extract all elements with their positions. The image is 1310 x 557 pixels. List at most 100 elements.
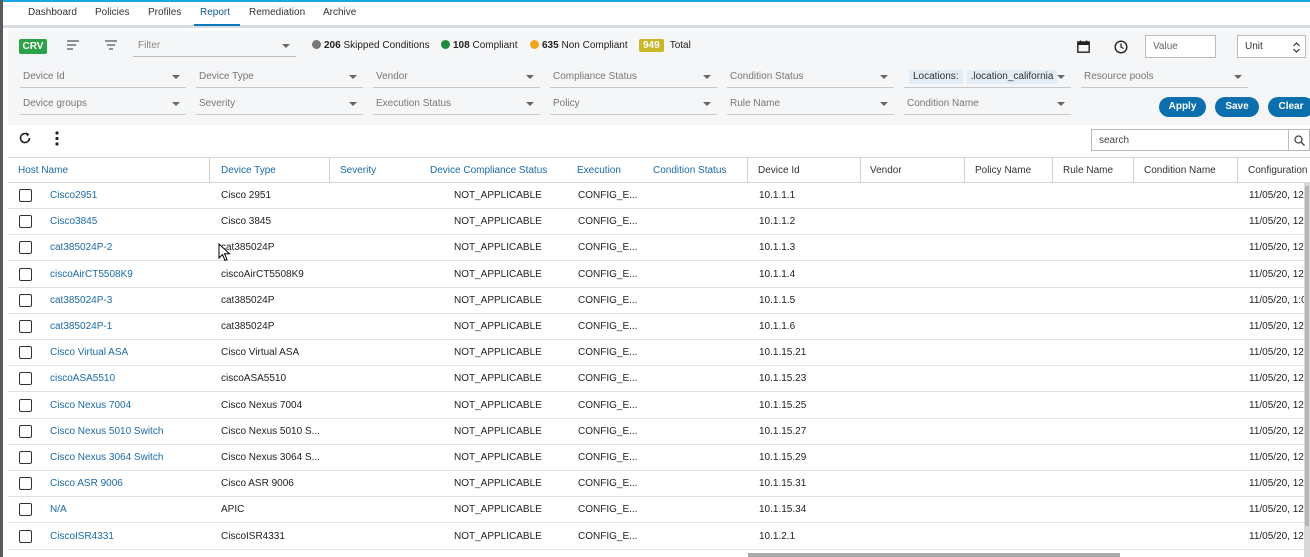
- unit-select-label: Unit: [1245, 41, 1263, 52]
- table-row[interactable]: Cisco2951 Cisco 2951 NOT_APPLICABLE CONFIG_…: [8, 183, 1310, 209]
- host-name-cell[interactable]: cat385024P-2: [50, 235, 112, 261]
- rule-name-filter[interactable]: Rule Name: [727, 93, 894, 115]
- condition-name-filter[interactable]: Condition Name: [904, 93, 1071, 115]
- col-device-id[interactable]: Device Id: [758, 158, 800, 183]
- host-name-cell[interactable]: Cisco Nexus 3064 Switch: [50, 445, 163, 471]
- compliance-status-cell: NOT_APPLICABLE: [454, 530, 542, 542]
- col-severity[interactable]: Severity: [340, 158, 376, 183]
- col-configuration[interactable]: Configuration: [1248, 158, 1310, 183]
- row-checkbox[interactable]: [19, 477, 32, 491]
- compliance-status-filter[interactable]: Compliance Status: [550, 66, 717, 88]
- apply-button[interactable]: Apply: [1159, 97, 1206, 117]
- clear-button[interactable]: Clear: [1268, 97, 1310, 117]
- vendor-filter[interactable]: Vendor: [373, 66, 540, 88]
- col-host-name[interactable]: Host Name: [18, 158, 68, 183]
- sort-lines-icon[interactable]: [67, 40, 79, 53]
- device-type-cell: cat385024P: [221, 294, 275, 306]
- row-checkbox[interactable]: [19, 215, 32, 229]
- row-checkbox[interactable]: [19, 241, 32, 255]
- row-checkbox[interactable]: [19, 451, 32, 464]
- resource-pools-filter[interactable]: Resource pools: [1081, 66, 1248, 88]
- row-checkbox[interactable]: [19, 424, 32, 438]
- host-name-cell[interactable]: Cisco3845: [50, 209, 97, 235]
- device-id-filter[interactable]: Device Id: [20, 66, 186, 88]
- vertical-scroll-thumb[interactable]: [1305, 186, 1309, 526]
- host-name-cell[interactable]: cat385024P-3: [50, 288, 112, 314]
- row-checkbox[interactable]: [19, 529, 32, 543]
- tab-dashboard[interactable]: Dashboard: [28, 2, 77, 26]
- unit-select[interactable]: Unit: [1237, 35, 1306, 58]
- total-stat: 949 Total: [639, 39, 691, 52]
- save-button[interactable]: Save: [1215, 97, 1259, 117]
- tab-report[interactable]: Report: [194, 2, 240, 26]
- tab-remediation[interactable]: Remediation: [249, 2, 305, 26]
- col-device-type[interactable]: Device Type: [221, 158, 276, 183]
- search-input[interactable]: [1091, 129, 1289, 151]
- filter-input[interactable]: [133, 35, 296, 57]
- row-checkbox[interactable]: [19, 503, 32, 517]
- row-checkbox[interactable]: [19, 293, 32, 307]
- col-condition-name[interactable]: Condition Name: [1144, 158, 1216, 183]
- configuration-cell: 11/05/20, 12:5: [1249, 452, 1310, 463]
- refresh-icon[interactable]: [18, 131, 32, 148]
- row-checkbox[interactable]: [19, 189, 32, 202]
- col-vendor[interactable]: Vendor: [870, 158, 902, 183]
- device-id-cell: 10.1.15.23: [759, 373, 807, 385]
- host-name-cell[interactable]: cat385024P-1: [50, 314, 112, 340]
- clock-icon[interactable]: [1114, 40, 1128, 57]
- severity-filter[interactable]: Severity: [196, 93, 363, 115]
- table-row[interactable]: Cisco3845 Cisco 3845 NOT_APPLICABLE CONFIG_…: [8, 209, 1310, 236]
- row-checkbox[interactable]: [19, 320, 32, 333]
- calendar-icon[interactable]: [1077, 40, 1090, 56]
- more-vertical-icon[interactable]: [54, 131, 60, 149]
- col-execution[interactable]: Execution: [577, 158, 621, 183]
- crv-badge[interactable]: CRV: [19, 39, 47, 54]
- search-button[interactable]: [1289, 129, 1310, 151]
- tab-policies[interactable]: Policies: [95, 2, 129, 26]
- table-row[interactable]: Cisco Nexus 7004 Cisco Nexus 7004 NOT_APPL…: [8, 392, 1310, 419]
- location-value-chip[interactable]: .location_california: [966, 70, 1058, 84]
- search-icon: [1294, 135, 1305, 146]
- table-row[interactable]: Cisco ASR 9006 Cisco ASR 9006 NOT_APPLICAB…: [8, 471, 1310, 498]
- host-name-cell[interactable]: Cisco2951: [50, 183, 97, 209]
- table-row[interactable]: cat385024P-3 cat385024P NOT_APPLICABLE CONF…: [8, 287, 1310, 314]
- device-type-filter[interactable]: Device Type: [196, 66, 363, 88]
- host-name-cell[interactable]: ciscoAirCT5508K9: [50, 262, 133, 288]
- col-policy-name[interactable]: Policy Name: [975, 158, 1031, 183]
- table-row[interactable]: ciscoAirCT5508K9 ciscoAirCT5508K9 NOT_APPL…: [8, 261, 1310, 288]
- chevron-down-icon[interactable]: [282, 44, 290, 48]
- table-row[interactable]: CiscoISR4331 CiscoISR4331 NOT_APPLICABLE CO…: [8, 523, 1310, 550]
- table-row[interactable]: N/A APIC NOT_APPLICABLE CONFIG_E... 10.1.15.…: [8, 497, 1310, 524]
- horizontal-scrollbar[interactable]: [748, 553, 1120, 557]
- host-name-cell[interactable]: Cisco Virtual ASA: [50, 340, 128, 366]
- col-condition-status[interactable]: Condition Status: [653, 158, 726, 183]
- execution-status-filter[interactable]: Execution Status: [373, 93, 540, 115]
- table-row[interactable]: cat385024P-2 cat385024P NOT_APPLICABLE CONF…: [8, 235, 1310, 262]
- row-checkbox[interactable]: [19, 267, 32, 281]
- policy-filter[interactable]: Policy: [550, 93, 717, 115]
- host-name-cell[interactable]: ciscoASA5510: [50, 366, 115, 392]
- tab-profiles[interactable]: Profiles: [148, 2, 181, 26]
- table-row[interactable]: cat385024P-1 cat385024P NOT_APPLICABLE CONF…: [8, 314, 1310, 340]
- value-input[interactable]: [1145, 35, 1216, 58]
- col-rule-name[interactable]: Rule Name: [1063, 158, 1113, 183]
- host-name-cell[interactable]: Cisco Nexus 7004: [50, 393, 131, 419]
- locations-filter[interactable]: Locations: .location_california: [904, 66, 1071, 88]
- table-row[interactable]: Cisco Virtual ASA Cisco Virtual ASA NOT_AP…: [8, 340, 1310, 367]
- device-groups-filter[interactable]: Device groups: [20, 93, 186, 115]
- table-row[interactable]: ciscoASA5510 ciscoASA5510 NOT_APPLICABLE CO…: [8, 366, 1310, 393]
- tab-archive[interactable]: Archive: [323, 2, 356, 26]
- host-name-cell[interactable]: N/A: [50, 497, 67, 523]
- col-device-compliance-status[interactable]: Device Compliance Status: [430, 158, 547, 183]
- host-name-cell[interactable]: Cisco ASR 9006: [50, 471, 123, 497]
- table-row[interactable]: Cisco Nexus 3064 Switch Cisco Nexus 3064 …: [8, 445, 1310, 471]
- host-name-cell[interactable]: Cisco Nexus 5010 Switch: [50, 419, 163, 445]
- table-row[interactable]: Cisco Nexus 5010 Switch Cisco Nexus 5010 …: [8, 418, 1310, 445]
- chevron-down-icon: [172, 75, 180, 79]
- row-checkbox[interactable]: [19, 346, 32, 360]
- filter-icon[interactable]: [105, 40, 117, 53]
- host-name-cell[interactable]: CiscoISR4331: [50, 524, 114, 550]
- row-checkbox[interactable]: [19, 398, 32, 412]
- condition-status-filter[interactable]: Condition Status: [727, 66, 894, 88]
- row-checkbox[interactable]: [19, 372, 32, 386]
